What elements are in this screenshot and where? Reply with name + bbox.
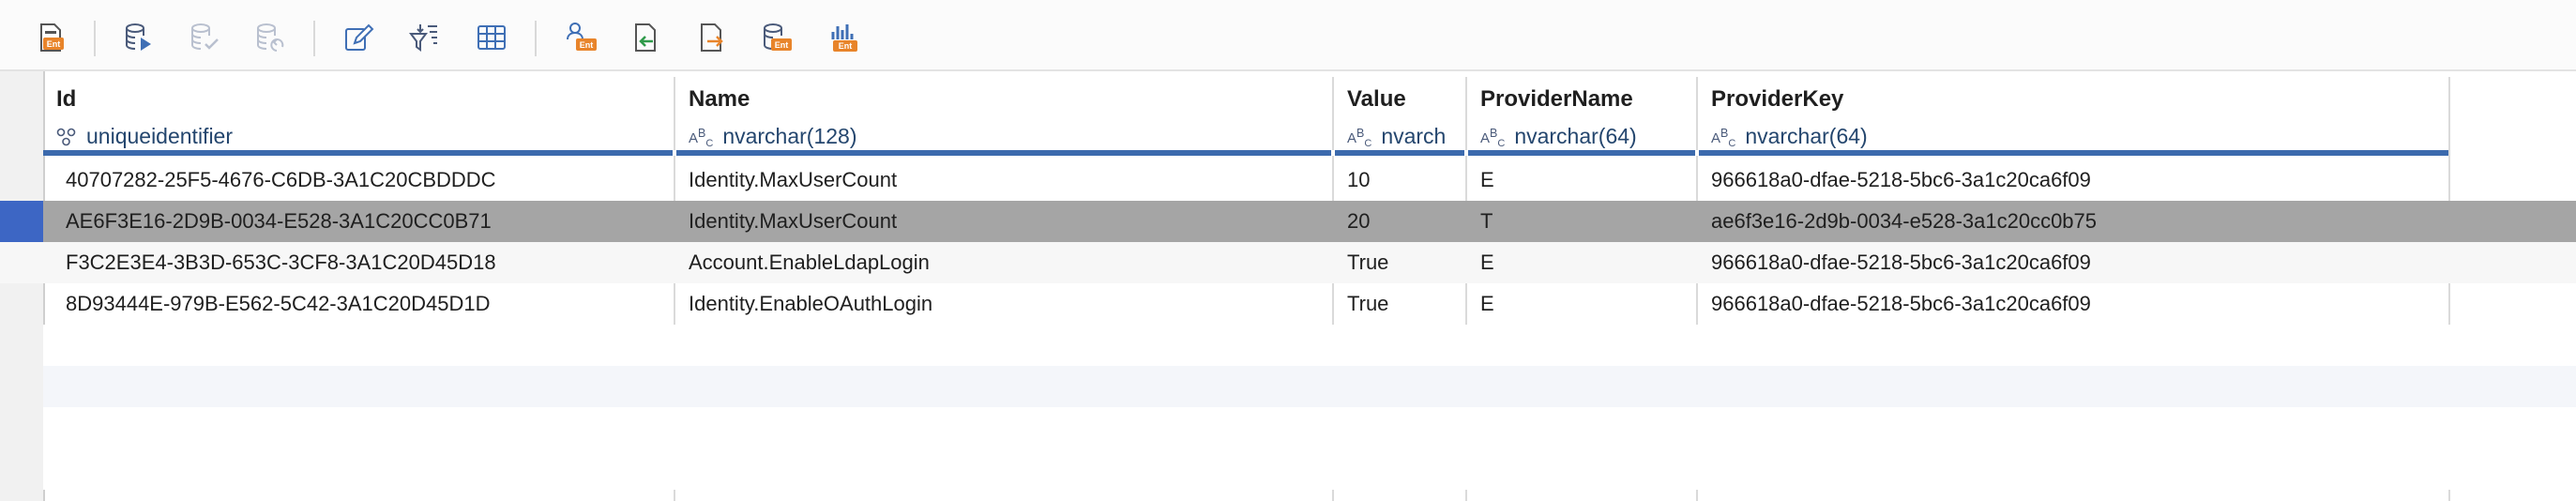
column-type: ABC nvarchar(64) — [1480, 124, 1637, 149]
column-name: Id — [56, 86, 77, 112]
cell-name[interactable]: Identity.MaxUserCount — [675, 159, 1332, 201]
row-selector[interactable] — [0, 201, 43, 242]
grid-view-button[interactable] — [473, 19, 510, 56]
key-icon — [56, 128, 76, 145]
edit-button[interactable] — [340, 19, 377, 56]
execute-query-button[interactable] — [120, 19, 158, 56]
cell-id[interactable]: AE6F3E16-2D9B-0034-E528-3A1C20CC0B71 — [53, 201, 672, 242]
export-arrow-icon — [701, 23, 723, 52]
column-name: ProviderName — [1480, 86, 1633, 112]
export-button[interactable] — [692, 19, 730, 56]
column-header-providerkey[interactable]: ProviderKey ABC nvarchar(64) — [1698, 77, 2448, 156]
cell-name[interactable]: Identity.MaxUserCount — [675, 201, 1332, 242]
header-underline-gap — [1331, 150, 1335, 156]
column-header-value[interactable]: Value ABC nvarch — [1334, 77, 1465, 156]
cell-value[interactable]: 10 — [1334, 159, 1465, 201]
abc-icon: ABC — [1480, 127, 1506, 149]
cell-value[interactable]: 20 — [1334, 201, 1465, 242]
column-type: ABC nvarchar(64) — [1711, 124, 1868, 149]
table-row[interactable]: 8D93444E-979B-E562-5C42-3A1C20D45D1D Ide… — [0, 283, 2576, 325]
toolbar-separator — [313, 21, 315, 56]
table-row-selected[interactable]: AE6F3E16-2D9B-0034-E528-3A1C20CC0B71 Ide… — [0, 201, 2576, 242]
commit-button[interactable] — [186, 19, 223, 56]
column-type: uniqueidentifier — [56, 124, 233, 149]
column-type: ABC nvarchar(128) — [689, 124, 857, 149]
export-ent-icon: Ent — [40, 23, 64, 52]
result-grid: Id uniqueidentifier Name ABC nvarchar(12… — [0, 71, 2576, 501]
table-row[interactable]: 40707282-25F5-4676-C6DB-3A1C20CBDDDC Ide… — [0, 159, 2576, 201]
cell-id[interactable]: F3C2E3E4-3B3D-653C-3CF8-3A1C20D45D18 — [53, 242, 672, 283]
toolbar: Ent Ent Ent Ent — [0, 0, 2576, 71]
chart-ent-icon: Ent — [831, 24, 857, 52]
ent-search-icon: Ent — [567, 23, 597, 51]
column-header-id[interactable]: Id uniqueidentifier — [43, 77, 674, 156]
cell-id[interactable]: 8D93444E-979B-E562-5C42-3A1C20D45D1D — [53, 283, 672, 325]
column-name: Value — [1347, 86, 1406, 112]
header-underline — [43, 150, 2448, 156]
svg-text:Ent: Ent — [839, 41, 853, 51]
cell-value[interactable]: True — [1334, 242, 1465, 283]
column-type: ABC nvarch — [1347, 124, 1447, 149]
empty-row — [43, 366, 2576, 407]
table-row[interactable]: F3C2E3E4-3B3D-653C-3CF8-3A1C20D45D18 Acc… — [0, 242, 2576, 283]
empty-row — [43, 448, 2576, 490]
cell-name[interactable]: Account.EnableLdapLogin — [675, 242, 1332, 283]
svg-text:Ent: Ent — [775, 40, 789, 50]
cell-providername[interactable]: E — [1467, 242, 1696, 283]
row-selector[interactable] — [0, 159, 43, 201]
row-selector[interactable] — [0, 242, 43, 283]
cell-providername[interactable]: E — [1467, 159, 1696, 201]
column-name: Name — [689, 86, 750, 112]
header-underline-gap — [673, 150, 676, 156]
database-check-icon — [191, 23, 219, 50]
cell-providerkey[interactable]: 966618a0-dfae-5218-5bc6-3a1c20ca6f09 — [1698, 159, 2448, 201]
cell-id[interactable]: 40707282-25F5-4676-C6DB-3A1C20CBDDDC — [53, 159, 672, 201]
svg-text:Ent: Ent — [47, 39, 61, 49]
column-name: ProviderKey — [1711, 86, 1844, 112]
empty-row — [43, 325, 2576, 366]
cell-providerkey[interactable]: 966618a0-dfae-5218-5bc6-3a1c20ca6f09 — [1698, 242, 2448, 283]
filter-sort-button[interactable] — [405, 19, 443, 56]
abc-icon: ABC — [1711, 127, 1736, 149]
generate-entity-button[interactable]: Ent — [563, 19, 600, 56]
toolbar-separator — [94, 21, 96, 56]
cell-name[interactable]: Identity.EnableOAuthLogin — [675, 283, 1332, 325]
cell-value[interactable]: True — [1334, 283, 1465, 325]
database-ent-button[interactable]: Ent — [758, 19, 796, 56]
filter-sort-icon — [409, 24, 437, 52]
cell-providername[interactable]: T — [1467, 201, 1696, 242]
cell-providerkey[interactable]: ae6f3e16-2d9b-0034-e528-3a1c20cc0b75 — [1698, 201, 2448, 242]
cell-providername[interactable]: E — [1467, 283, 1696, 325]
import-arrow-icon — [635, 23, 656, 52]
header-underline-gap — [1695, 150, 1699, 156]
abc-icon: ABC — [689, 127, 714, 149]
database-undo-icon — [257, 23, 284, 52]
rollback-button[interactable] — [251, 19, 289, 56]
grid-icon — [477, 25, 506, 50]
database-ent-icon: Ent — [764, 23, 792, 51]
export-ent-button[interactable]: Ent — [32, 19, 69, 56]
chart-ent-button[interactable]: Ent — [826, 19, 863, 56]
pencil-icon — [345, 23, 374, 51]
column-header-name[interactable]: Name ABC nvarchar(128) — [675, 77, 1332, 156]
row-selector[interactable] — [0, 283, 43, 325]
svg-text:Ent: Ent — [580, 40, 594, 50]
header-underline-gap — [1464, 150, 1468, 156]
toolbar-separator — [535, 21, 537, 56]
empty-row — [43, 407, 2576, 448]
column-header-providername[interactable]: ProviderName ABC nvarchar(64) — [1467, 77, 1696, 156]
import-button[interactable] — [627, 19, 664, 56]
cell-providerkey[interactable]: 966618a0-dfae-5218-5bc6-3a1c20ca6f09 — [1698, 283, 2448, 325]
database-run-icon — [126, 23, 151, 51]
abc-icon: ABC — [1347, 127, 1372, 149]
